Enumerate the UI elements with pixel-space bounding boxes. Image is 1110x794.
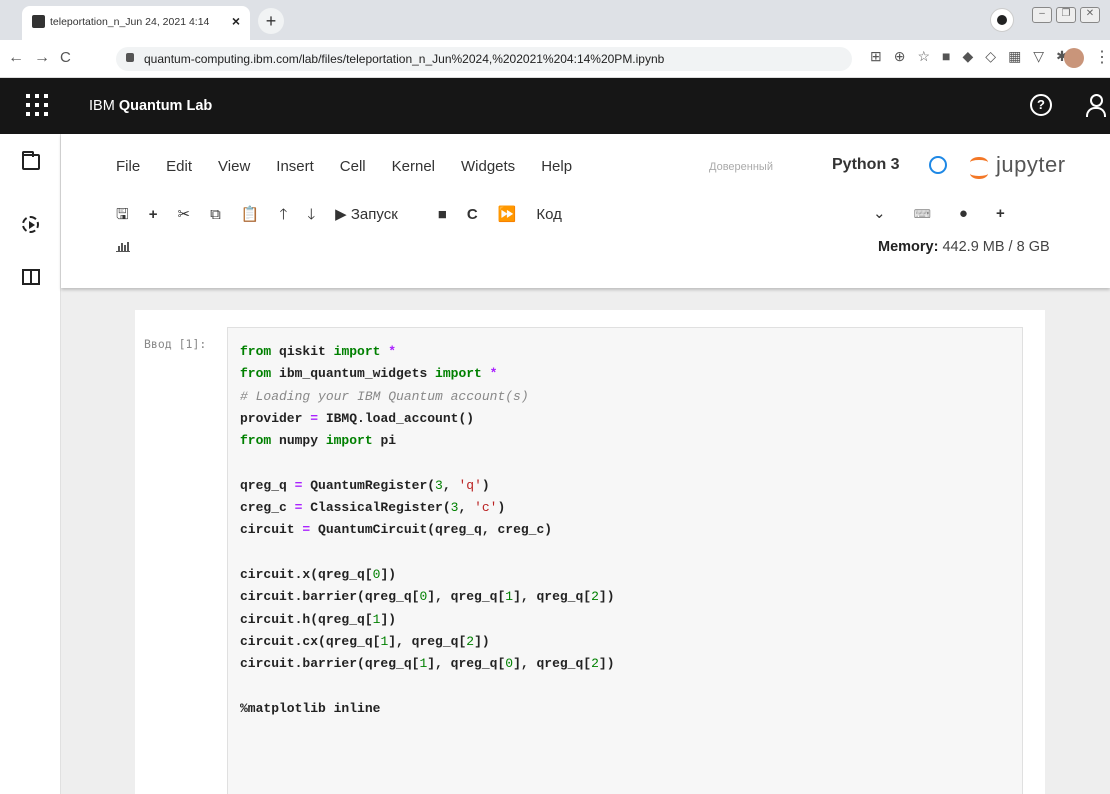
extension-icon[interactable]: ▽ xyxy=(1033,48,1056,64)
address-bar[interactable]: quantum-computing.ibm.com/lab/files/tele… xyxy=(116,47,852,71)
restart-icon[interactable]: C xyxy=(467,206,478,223)
menu-view[interactable]: View xyxy=(218,158,250,175)
help-icon[interactable]: ? xyxy=(1030,94,1052,116)
quantum-favicon-icon xyxy=(32,15,45,28)
close-tab-icon[interactable]: × xyxy=(232,13,240,29)
code-line: circuit.cx(qreg_q[1], qreg_q[2]) xyxy=(240,633,490,649)
copy-icon[interactable]: ⧉ xyxy=(210,206,221,223)
restart-run-all-icon[interactable]: ⏩ xyxy=(498,205,517,223)
kernel-name[interactable]: Python 3 xyxy=(832,156,900,174)
side-panel-icon[interactable] xyxy=(22,269,40,285)
memory-value: 442.9 MB / 8 GB xyxy=(942,239,1050,255)
add-cell-icon[interactable]: + xyxy=(149,206,158,223)
jupyter-logo: jupyter xyxy=(966,152,1098,182)
extension-icon[interactable]: ■ xyxy=(942,48,962,64)
new-tab-button[interactable]: + xyxy=(258,8,284,34)
bookmark-star-icon[interactable]: ☆ xyxy=(917,48,942,64)
url-text: quantum-computing.ibm.com/lab/files/tele… xyxy=(144,52,665,66)
code-line: circuit = QuantumCircuit(qreg_q, creg_c) xyxy=(240,522,553,538)
code-line: from numpy import pi xyxy=(240,433,397,449)
window-controls: – ❐ ✕ xyxy=(1028,4,1100,23)
menu-edit[interactable]: Edit xyxy=(166,158,192,175)
run-button[interactable]: ▶ Запуск xyxy=(335,205,418,223)
notebook-header: File Edit View Insert Cell Kernel Widgets Help … xyxy=(61,134,1110,288)
input-prompt: Ввод [1]: xyxy=(144,337,207,351)
forward-icon[interactable]: → xyxy=(34,49,50,67)
folder-icon[interactable] xyxy=(22,151,40,170)
code-line: # Loading your IBM Quantum account(s) xyxy=(240,388,529,404)
cut-icon[interactable]: ✂ xyxy=(178,205,191,223)
reload-icon[interactable]: C xyxy=(60,49,71,66)
code-line: %matplotlib inline xyxy=(240,700,381,716)
menu-widgets[interactable]: Widgets xyxy=(461,158,515,175)
code-line: creg_c = ClassicalRegister(3, 'c') xyxy=(240,500,506,516)
menu-file[interactable]: File xyxy=(116,158,140,175)
plus-icon[interactable]: + xyxy=(996,205,1005,222)
code-line: from ibm_quantum_widgets import * xyxy=(240,366,498,382)
zoom-icon[interactable]: ⊕ xyxy=(894,48,918,64)
code-line: circuit.barrier(qreg_q[0], qreg_q[1], qr… xyxy=(240,589,615,605)
code-line: qreg_q = QuantumRegister(3, 'q') xyxy=(240,477,490,493)
translate-icon[interactable]: ⊞ xyxy=(870,48,894,64)
code-line: provider = IBMQ.load_account() xyxy=(240,410,475,426)
run-label: Запуск xyxy=(350,206,398,223)
menu-cell[interactable]: Cell xyxy=(340,158,366,175)
tab-title: teleportation_n_Jun 24, 2021 4:14 xyxy=(50,16,210,28)
app-switcher-icon[interactable] xyxy=(26,94,50,118)
menu-insert[interactable]: Insert xyxy=(276,158,314,175)
ibm-header: IBM Quantum Lab ? xyxy=(0,78,1110,134)
back-icon[interactable]: ← xyxy=(8,49,24,67)
menu-help[interactable]: Help xyxy=(541,158,572,175)
code-lines: from qiskit import * from ibm_quantum_wid… xyxy=(240,341,615,720)
running-kernels-icon[interactable] xyxy=(22,216,39,233)
memory-usage: Memory: 442.9 MB / 8 GB xyxy=(878,239,1050,255)
notebook-toolbar: 🖫 + ✂ ⧉ 📋 🡑 🡓 ▶ Запуск ■ C ⏩ Код xyxy=(116,204,582,229)
extension-icon[interactable]: ◆ xyxy=(963,48,986,64)
code-line: circuit.barrier(qreg_q[1], qreg_q[0], qr… xyxy=(240,656,615,672)
cell-type-select[interactable]: Код xyxy=(536,206,562,223)
app-title[interactable]: IBM Quantum Lab xyxy=(89,98,212,114)
restore-icon[interactable]: ❐ xyxy=(1056,7,1076,23)
brand-name: Quantum Lab xyxy=(118,98,213,114)
code-line: circuit.x(qreg_q[0]) xyxy=(240,566,397,582)
menu-kernel[interactable]: Kernel xyxy=(392,158,435,175)
code-editor[interactable]: from qiskit import * from ibm_quantum_wid… xyxy=(227,327,1023,794)
move-up-icon[interactable]: 🡑 xyxy=(280,204,288,229)
paste-icon[interactable]: 📋 xyxy=(241,205,260,223)
browser-menu-icon[interactable]: ⋮ xyxy=(1094,47,1110,67)
jupyter-logo-text: jupyter xyxy=(996,152,1066,177)
notebook-toolbar-right: ⌄ ⌨ ● + xyxy=(873,204,1033,222)
minimize-icon[interactable]: – xyxy=(1032,7,1052,23)
memory-label: Memory: xyxy=(878,239,939,255)
kernel-status-icon xyxy=(929,156,947,174)
code-line: circuit.h(qreg_q[1]) xyxy=(240,611,397,627)
chart-icon[interactable] xyxy=(116,241,130,252)
profile-avatar[interactable] xyxy=(1064,48,1084,68)
close-window-icon[interactable]: ✕ xyxy=(1080,7,1100,23)
user-icon[interactable] xyxy=(1085,94,1106,118)
keyboard-icon[interactable]: ⌨ xyxy=(914,207,931,221)
trusted-indicator[interactable]: Доверенный xyxy=(709,161,773,173)
menu-bar: File Edit View Insert Cell Kernel Widgets Help xyxy=(116,158,598,175)
chevron-down-icon[interactable]: ⌄ xyxy=(873,204,886,222)
extension-icon[interactable]: ◇ xyxy=(985,48,1008,64)
lock-icon xyxy=(126,53,134,62)
move-down-icon[interactable]: 🡓 xyxy=(307,204,315,229)
left-sidebar xyxy=(0,134,61,794)
extension-icon[interactable]: ▦ xyxy=(1008,48,1033,64)
recording-icon[interactable] xyxy=(990,8,1014,32)
extensions-area: ⊞⊕☆■◆◇▦▽✱ xyxy=(870,48,1080,65)
save-icon[interactable]: 🖫 xyxy=(116,204,129,229)
browser-tab-bar: teleportation_n_Jun 24, 2021 4:14 × + – ❐… xyxy=(0,0,1110,40)
circle-icon[interactable]: ● xyxy=(959,205,968,222)
code-line: from qiskit import * xyxy=(240,344,397,359)
stop-icon[interactable]: ■ xyxy=(438,206,447,223)
browser-tab[interactable]: teleportation_n_Jun 24, 2021 4:14 × xyxy=(22,6,250,40)
brand-prefix: IBM xyxy=(89,98,115,114)
